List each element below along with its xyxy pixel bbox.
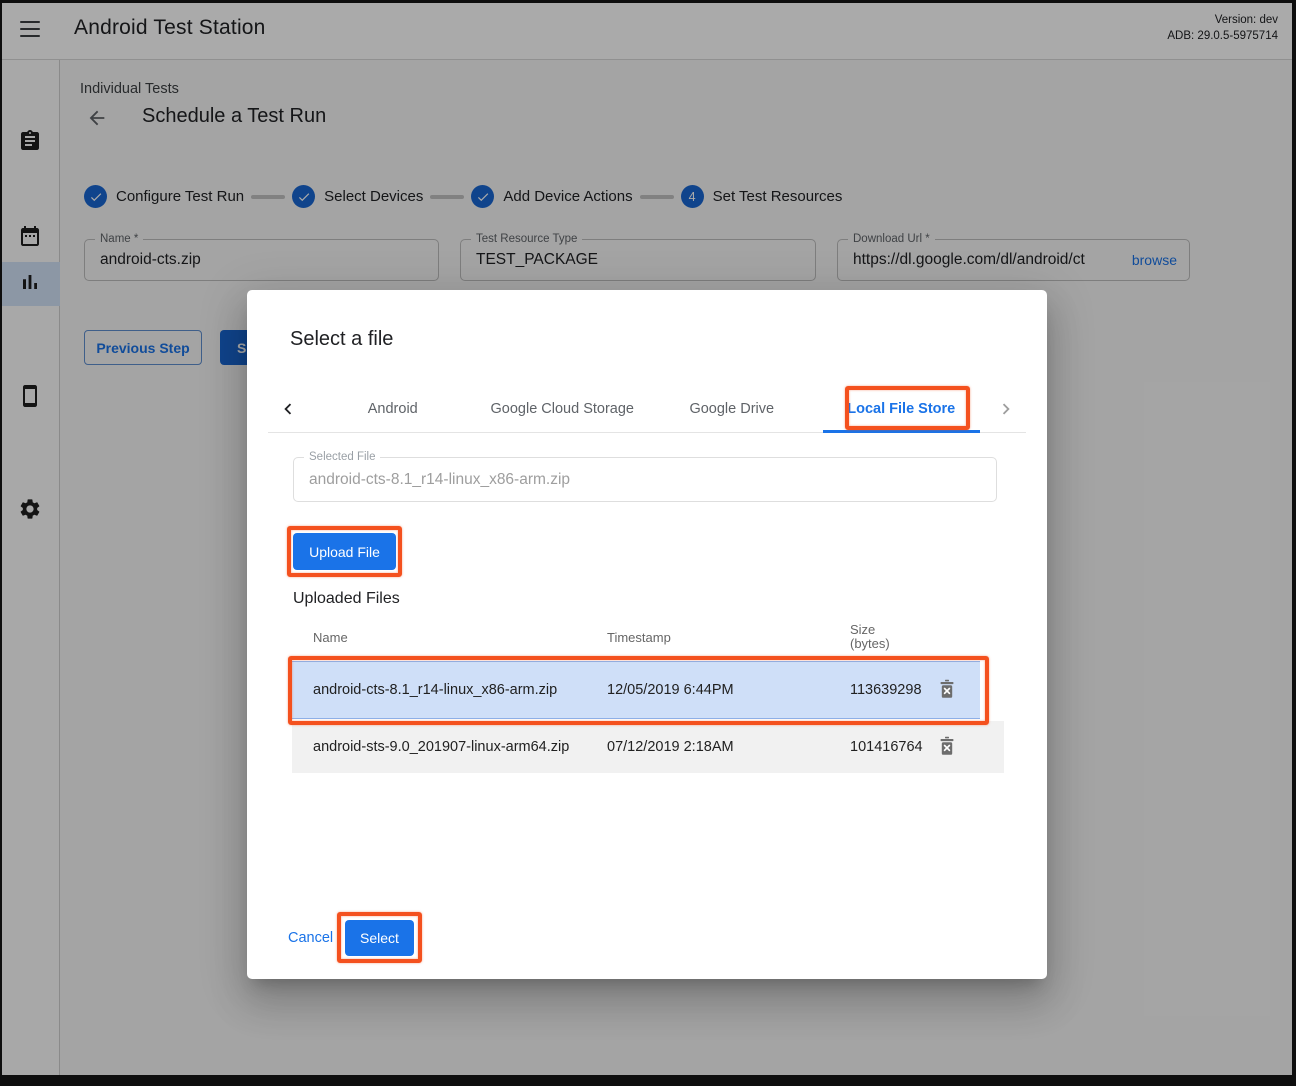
table-row[interactable]: android-sts-9.0_201907-linux-arm64.zip 0… bbox=[292, 721, 1004, 773]
tabs-scroll-right-button[interactable] bbox=[986, 385, 1026, 432]
column-timestamp: Timestamp bbox=[607, 630, 850, 645]
upload-file-button[interactable]: Upload File bbox=[293, 533, 396, 570]
active-tab-indicator bbox=[823, 430, 981, 433]
tab-google-cloud-storage[interactable]: Google Cloud Storage bbox=[478, 385, 648, 432]
table-row-selected[interactable]: android-cts-8.1_r14-linux_x86-arm.zip 12… bbox=[292, 661, 980, 719]
file-size: 101416764 bbox=[850, 739, 928, 755]
selected-file-field[interactable]: Selected File android-cts-8.1_r14-linux_… bbox=[293, 457, 997, 502]
selected-file-value: android-cts-8.1_r14-linux_x86-arm.zip bbox=[294, 458, 996, 501]
app-window: Android Test Station Version: dev ADB: 2… bbox=[0, 0, 1296, 1086]
delete-file-button[interactable] bbox=[934, 734, 960, 760]
delete-file-button[interactable] bbox=[934, 677, 960, 703]
selected-file-label: Selected File bbox=[304, 451, 380, 463]
file-name: android-cts-8.1_r14-linux_x86-arm.zip bbox=[313, 682, 607, 698]
tabs-scroll-left-button[interactable] bbox=[268, 385, 308, 432]
file-timestamp: 12/05/2019 6:44PM bbox=[607, 682, 850, 698]
tabs: Android Google Cloud Storage Google Driv… bbox=[308, 385, 986, 432]
dialog-title: Select a file bbox=[290, 328, 393, 351]
table-header-row: Name Timestamp Size (bytes) bbox=[292, 622, 1004, 652]
column-size: Size (bytes) bbox=[850, 623, 928, 651]
column-name: Name bbox=[313, 630, 607, 645]
uploaded-files-table: Name Timestamp Size (bytes) android-cts-… bbox=[292, 622, 1004, 773]
select-button[interactable]: Select bbox=[345, 920, 414, 956]
tab-label: Local File Store bbox=[847, 401, 955, 417]
tab-google-drive[interactable]: Google Drive bbox=[647, 385, 817, 432]
cancel-button[interactable]: Cancel bbox=[288, 920, 333, 956]
file-timestamp: 07/12/2019 2:18AM bbox=[607, 739, 850, 755]
tab-local-file-store[interactable]: Local File Store bbox=[817, 385, 987, 432]
file-name: android-sts-9.0_201907-linux-arm64.zip bbox=[313, 739, 607, 755]
file-size: 113639298 bbox=[850, 682, 928, 698]
tab-android[interactable]: Android bbox=[308, 385, 478, 432]
select-file-dialog: Select a file Android Google Cloud Stora… bbox=[247, 290, 1047, 979]
uploaded-files-title: Uploaded Files bbox=[293, 590, 400, 608]
file-source-tabbar: Android Google Cloud Storage Google Driv… bbox=[268, 385, 1026, 433]
